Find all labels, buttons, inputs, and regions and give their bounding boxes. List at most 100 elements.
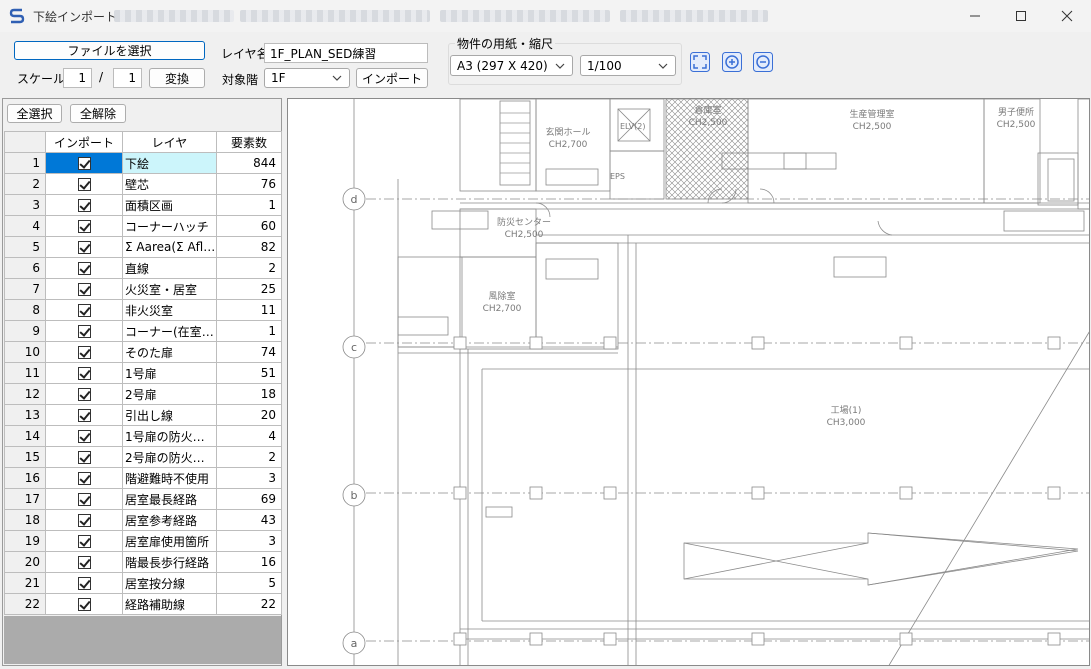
layer-name-cell[interactable]: コーナー(在室者... — [122, 320, 217, 342]
import-checkbox-cell[interactable] — [45, 362, 123, 384]
layer-name-cell[interactable]: 階最長歩行経路 — [122, 551, 217, 573]
paper-scale-select[interactable]: 1/100 — [580, 55, 676, 76]
layer-name-cell[interactable]: 面積区画 — [122, 194, 217, 216]
import-checkbox-cell[interactable] — [45, 383, 123, 405]
import-checkbox-cell[interactable] — [45, 467, 123, 489]
import-checkbox[interactable] — [77, 304, 91, 317]
layer-row[interactable]: 6 直線 2 — [4, 257, 282, 279]
paper-size-select[interactable]: A3 (297 X 420) — [450, 55, 573, 76]
maximize-button[interactable] — [998, 0, 1044, 32]
import-checkbox-cell[interactable] — [45, 425, 123, 447]
import-checkbox[interactable] — [77, 556, 91, 569]
import-checkbox[interactable] — [77, 367, 91, 380]
drawing-preview[interactable]: 玄関ホール CH2,700 生産管理室 CH2,500 男子便所 CH2,500 防災センタ… — [287, 98, 1090, 666]
zoom-out-button[interactable] — [753, 52, 773, 72]
clear-all-button[interactable]: 全解除 — [70, 104, 126, 123]
import-checkbox[interactable] — [77, 451, 91, 464]
select-all-button[interactable]: 全選択 — [7, 104, 62, 123]
import-checkbox[interactable] — [77, 241, 91, 254]
zoom-in-button[interactable] — [722, 52, 742, 72]
layer-row[interactable]: 7 火災室・居室 25 — [4, 278, 282, 300]
scale-denominator-input[interactable]: 1 — [113, 68, 142, 88]
import-checkbox-cell[interactable] — [45, 152, 123, 174]
layer-row[interactable]: 1 下絵 844 — [4, 152, 282, 174]
layer-name-cell[interactable]: Σ Aarea(Σ Aflo... — [122, 236, 217, 258]
import-checkbox-cell[interactable] — [45, 593, 123, 615]
layer-row[interactable]: 21 居室按分線 5 — [4, 572, 282, 594]
target-floor-select[interactable]: 1F — [264, 68, 350, 88]
layer-name-cell[interactable]: 非火災室 — [122, 299, 217, 321]
layer-row[interactable]: 10 そのた扉 74 — [4, 341, 282, 363]
layer-name-cell[interactable]: 2号扉 — [122, 383, 217, 405]
import-checkbox[interactable] — [77, 283, 91, 296]
layer-row[interactable]: 9 コーナー(在室者... 1 — [4, 320, 282, 342]
layer-name-cell[interactable]: 2号扉の防火記... — [122, 446, 217, 468]
import-checkbox-cell[interactable] — [45, 299, 123, 321]
layer-row[interactable]: 3 面積区画 1 — [4, 194, 282, 216]
close-button[interactable] — [1044, 0, 1090, 32]
layer-row[interactable]: 8 非火災室 11 — [4, 299, 282, 321]
import-checkbox[interactable] — [77, 262, 91, 275]
import-checkbox[interactable] — [77, 199, 91, 212]
scale-numerator-input[interactable]: 1 — [63, 68, 92, 88]
layer-row[interactable]: 19 居室扉使用箇所 3 — [4, 530, 282, 552]
import-checkbox-cell[interactable] — [45, 341, 123, 363]
layer-row[interactable]: 12 2号扉 18 — [4, 383, 282, 405]
layer-row[interactable]: 5 Σ Aarea(Σ Aflo... 82 — [4, 236, 282, 258]
import-checkbox[interactable] — [77, 535, 91, 548]
import-checkbox-cell[interactable] — [45, 488, 123, 510]
import-checkbox[interactable] — [77, 409, 91, 422]
layer-row[interactable]: 15 2号扉の防火記... 2 — [4, 446, 282, 468]
layer-name-input[interactable]: 1F_PLAN_SED練習 — [264, 43, 428, 63]
import-checkbox-cell[interactable] — [45, 530, 123, 552]
import-checkbox-cell[interactable] — [45, 257, 123, 279]
layer-name-cell[interactable]: 経路補助線 — [122, 593, 217, 615]
import-checkbox-cell[interactable] — [45, 194, 123, 216]
layer-row[interactable]: 17 居室最長経路 69 — [4, 488, 282, 510]
import-checkbox[interactable] — [77, 493, 91, 506]
import-checkbox[interactable] — [77, 388, 91, 401]
import-checkbox-cell[interactable] — [45, 278, 123, 300]
zoom-fit-button[interactable] — [690, 52, 710, 72]
layer-row[interactable]: 2 壁芯 76 — [4, 173, 282, 195]
column-header-count[interactable]: 要素数 — [216, 131, 282, 153]
import-checkbox-cell[interactable] — [45, 215, 123, 237]
import-checkbox-cell[interactable] — [45, 572, 123, 594]
import-checkbox[interactable] — [77, 178, 91, 191]
convert-button[interactable]: 変換 — [149, 68, 205, 88]
import-checkbox[interactable] — [77, 577, 91, 590]
import-checkbox[interactable] — [77, 220, 91, 233]
layer-name-cell[interactable]: 居室按分線 — [122, 572, 217, 594]
layer-row[interactable]: 4 コーナーハッチ 60 — [4, 215, 282, 237]
layer-name-cell[interactable]: 直線 — [122, 257, 217, 279]
layer-name-cell[interactable]: そのた扉 — [122, 341, 217, 363]
layer-row[interactable]: 14 1号扉の防火記... 4 — [4, 425, 282, 447]
layer-name-cell[interactable]: 居室扉使用箇所 — [122, 530, 217, 552]
layer-name-cell[interactable]: 1号扉 — [122, 362, 217, 384]
import-checkbox[interactable] — [77, 325, 91, 338]
import-checkbox-cell[interactable] — [45, 320, 123, 342]
import-checkbox-cell[interactable] — [45, 509, 123, 531]
import-checkbox[interactable] — [77, 598, 91, 611]
layer-name-cell[interactable]: 引出し線 — [122, 404, 217, 426]
import-checkbox-cell[interactable] — [45, 173, 123, 195]
import-button[interactable]: インポート — [356, 68, 428, 88]
layer-row[interactable]: 20 階最長歩行経路 16 — [4, 551, 282, 573]
layer-name-cell[interactable]: 1号扉の防火記... — [122, 425, 217, 447]
import-checkbox-cell[interactable] — [45, 446, 123, 468]
layer-row[interactable]: 22 経路補助線 22 — [4, 593, 282, 615]
layer-name-cell[interactable]: 壁芯 — [122, 173, 217, 195]
layer-name-cell[interactable]: 火災室・居室 — [122, 278, 217, 300]
layer-name-cell[interactable]: 階避難時不使用 — [122, 467, 217, 489]
select-file-button[interactable]: ファイルを選択 — [14, 41, 205, 60]
layer-row[interactable]: 11 1号扉 51 — [4, 362, 282, 384]
layer-row[interactable]: 18 居室参考経路 43 — [4, 509, 282, 531]
import-checkbox[interactable] — [77, 514, 91, 527]
column-header-import[interactable]: インポート — [45, 131, 123, 153]
layer-name-cell[interactable]: 居室参考経路 — [122, 509, 217, 531]
import-checkbox[interactable] — [77, 157, 91, 170]
minimize-button[interactable] — [952, 0, 998, 32]
column-header-layer[interactable]: レイヤ — [122, 131, 217, 153]
import-checkbox-cell[interactable] — [45, 551, 123, 573]
layer-name-cell[interactable]: コーナーハッチ — [122, 215, 217, 237]
